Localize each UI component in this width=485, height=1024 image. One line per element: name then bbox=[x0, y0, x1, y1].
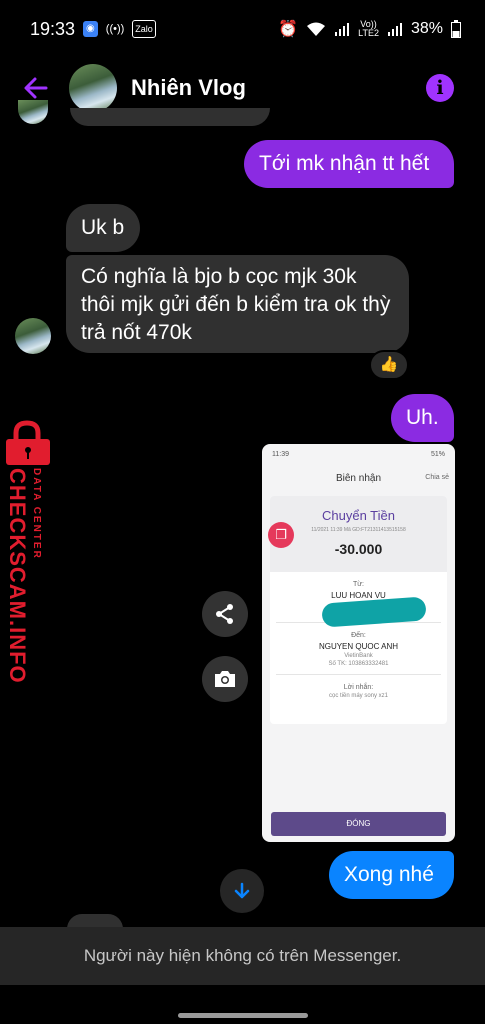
scroll-down-button[interactable] bbox=[220, 869, 264, 913]
message-in-2[interactable]: Có nghĩa là bjo b cọc mjk 30k thôi mjk g… bbox=[66, 255, 409, 353]
message-out-3[interactable]: Xong nhé bbox=[329, 851, 454, 899]
camera-button[interactable] bbox=[202, 656, 248, 702]
signal-2-icon bbox=[387, 23, 402, 36]
unavailable-notice: Người này hiện không có trên Messenger. bbox=[0, 927, 485, 985]
status-left: 19:33 ◉ ((•)) Zalo bbox=[30, 19, 156, 40]
receipt-status-battery: 51% bbox=[430, 450, 445, 458]
receipt-header: Biên nhận Chia sẻ bbox=[262, 464, 455, 492]
receipt-status-bar: 11:39 51% bbox=[262, 444, 455, 464]
receipt-type: Chuyển Tiền bbox=[322, 508, 395, 523]
watermark-sub-text: DATA CENTER bbox=[31, 468, 42, 560]
receipt-note: Lời nhắn: cọc tiền máy sony xz1 bbox=[276, 675, 441, 706]
lte-bottom: LTE2 bbox=[358, 28, 379, 38]
note-label: Lời nhắn: bbox=[343, 684, 374, 691]
status-bar: 19:33 ◉ ((•)) Zalo ⏰ Vo)) LTE2 38% bbox=[0, 0, 485, 58]
signal-icon bbox=[335, 23, 350, 36]
copy-icon: ❐ bbox=[268, 522, 294, 548]
from-label: Từ: bbox=[353, 581, 364, 588]
message-in-1[interactable]: Uk b bbox=[66, 204, 140, 252]
receipt-share: Chia sẻ bbox=[425, 474, 449, 481]
to-bank: VietinBank bbox=[344, 653, 373, 659]
receipt-to: Đến: NGUYEN QUOC ANH VietinBank Số TK: 1… bbox=[276, 623, 441, 675]
lte-indicator: Vo)) LTE2 bbox=[358, 20, 379, 38]
to-account: Số TK: 103863332481 bbox=[328, 661, 389, 667]
receipt-card: Chuyển Tiền 11/2021 11:39 Mã GD:FT213114… bbox=[270, 496, 447, 724]
receipt-amount: -30.000 bbox=[334, 541, 383, 557]
status-right: ⏰ Vo)) LTE2 38% bbox=[278, 19, 461, 39]
arrow-down-icon bbox=[234, 882, 250, 899]
receipt-close-button: ĐÓNG bbox=[271, 812, 446, 836]
message-out-2[interactable]: Uh. bbox=[391, 394, 454, 442]
lock-icon bbox=[6, 420, 50, 465]
message-out-1[interactable]: Tới mk nhận tt hết bbox=[244, 140, 454, 188]
image-message-receipt[interactable]: 11:39 51% Biên nhận Chia sẻ Chuyển Tiền … bbox=[262, 444, 455, 842]
watermark-main-text: CHECKSCAM.INFO bbox=[5, 468, 30, 684]
alarm-icon: ⏰ bbox=[278, 21, 299, 38]
contact-avatar-small[interactable] bbox=[15, 318, 51, 354]
share-button[interactable] bbox=[202, 591, 248, 637]
home-indicator[interactable] bbox=[178, 1013, 308, 1018]
avatar-partial bbox=[18, 100, 48, 124]
partial-message-bubble bbox=[70, 108, 270, 126]
share-icon bbox=[216, 604, 233, 624]
checkscam-watermark: CHECKSCAM.INFO DATA CENTER bbox=[0, 420, 60, 684]
app-notification-icon: ◉ bbox=[83, 21, 98, 37]
receipt-meta: 11/2021 11:39 Mã GD:FT21311413515158 bbox=[311, 527, 406, 533]
battery-icon bbox=[451, 20, 461, 38]
receipt-status-time: 11:39 bbox=[272, 450, 289, 458]
wifi-icon bbox=[307, 22, 326, 36]
reaction-thumbs-up[interactable]: 👍 bbox=[369, 350, 409, 380]
to-label: Đến: bbox=[351, 632, 366, 639]
to-name: NGUYEN QUOC ANH bbox=[318, 642, 399, 651]
battery-percent: 38% bbox=[410, 20, 443, 37]
contact-name[interactable]: Nhiên Vlog bbox=[131, 75, 246, 101]
note-text: cọc tiền máy sony xz1 bbox=[328, 693, 389, 699]
contact-avatar[interactable] bbox=[69, 64, 117, 112]
zalo-icon: Zalo bbox=[132, 20, 156, 38]
status-time: 19:33 bbox=[30, 18, 76, 39]
wifi-calling-icon: ((•)) bbox=[105, 23, 125, 35]
info-icon[interactable]: i bbox=[426, 74, 454, 102]
receipt-summary: Chuyển Tiền 11/2021 11:39 Mã GD:FT213114… bbox=[270, 496, 447, 572]
camera-icon bbox=[215, 671, 235, 687]
